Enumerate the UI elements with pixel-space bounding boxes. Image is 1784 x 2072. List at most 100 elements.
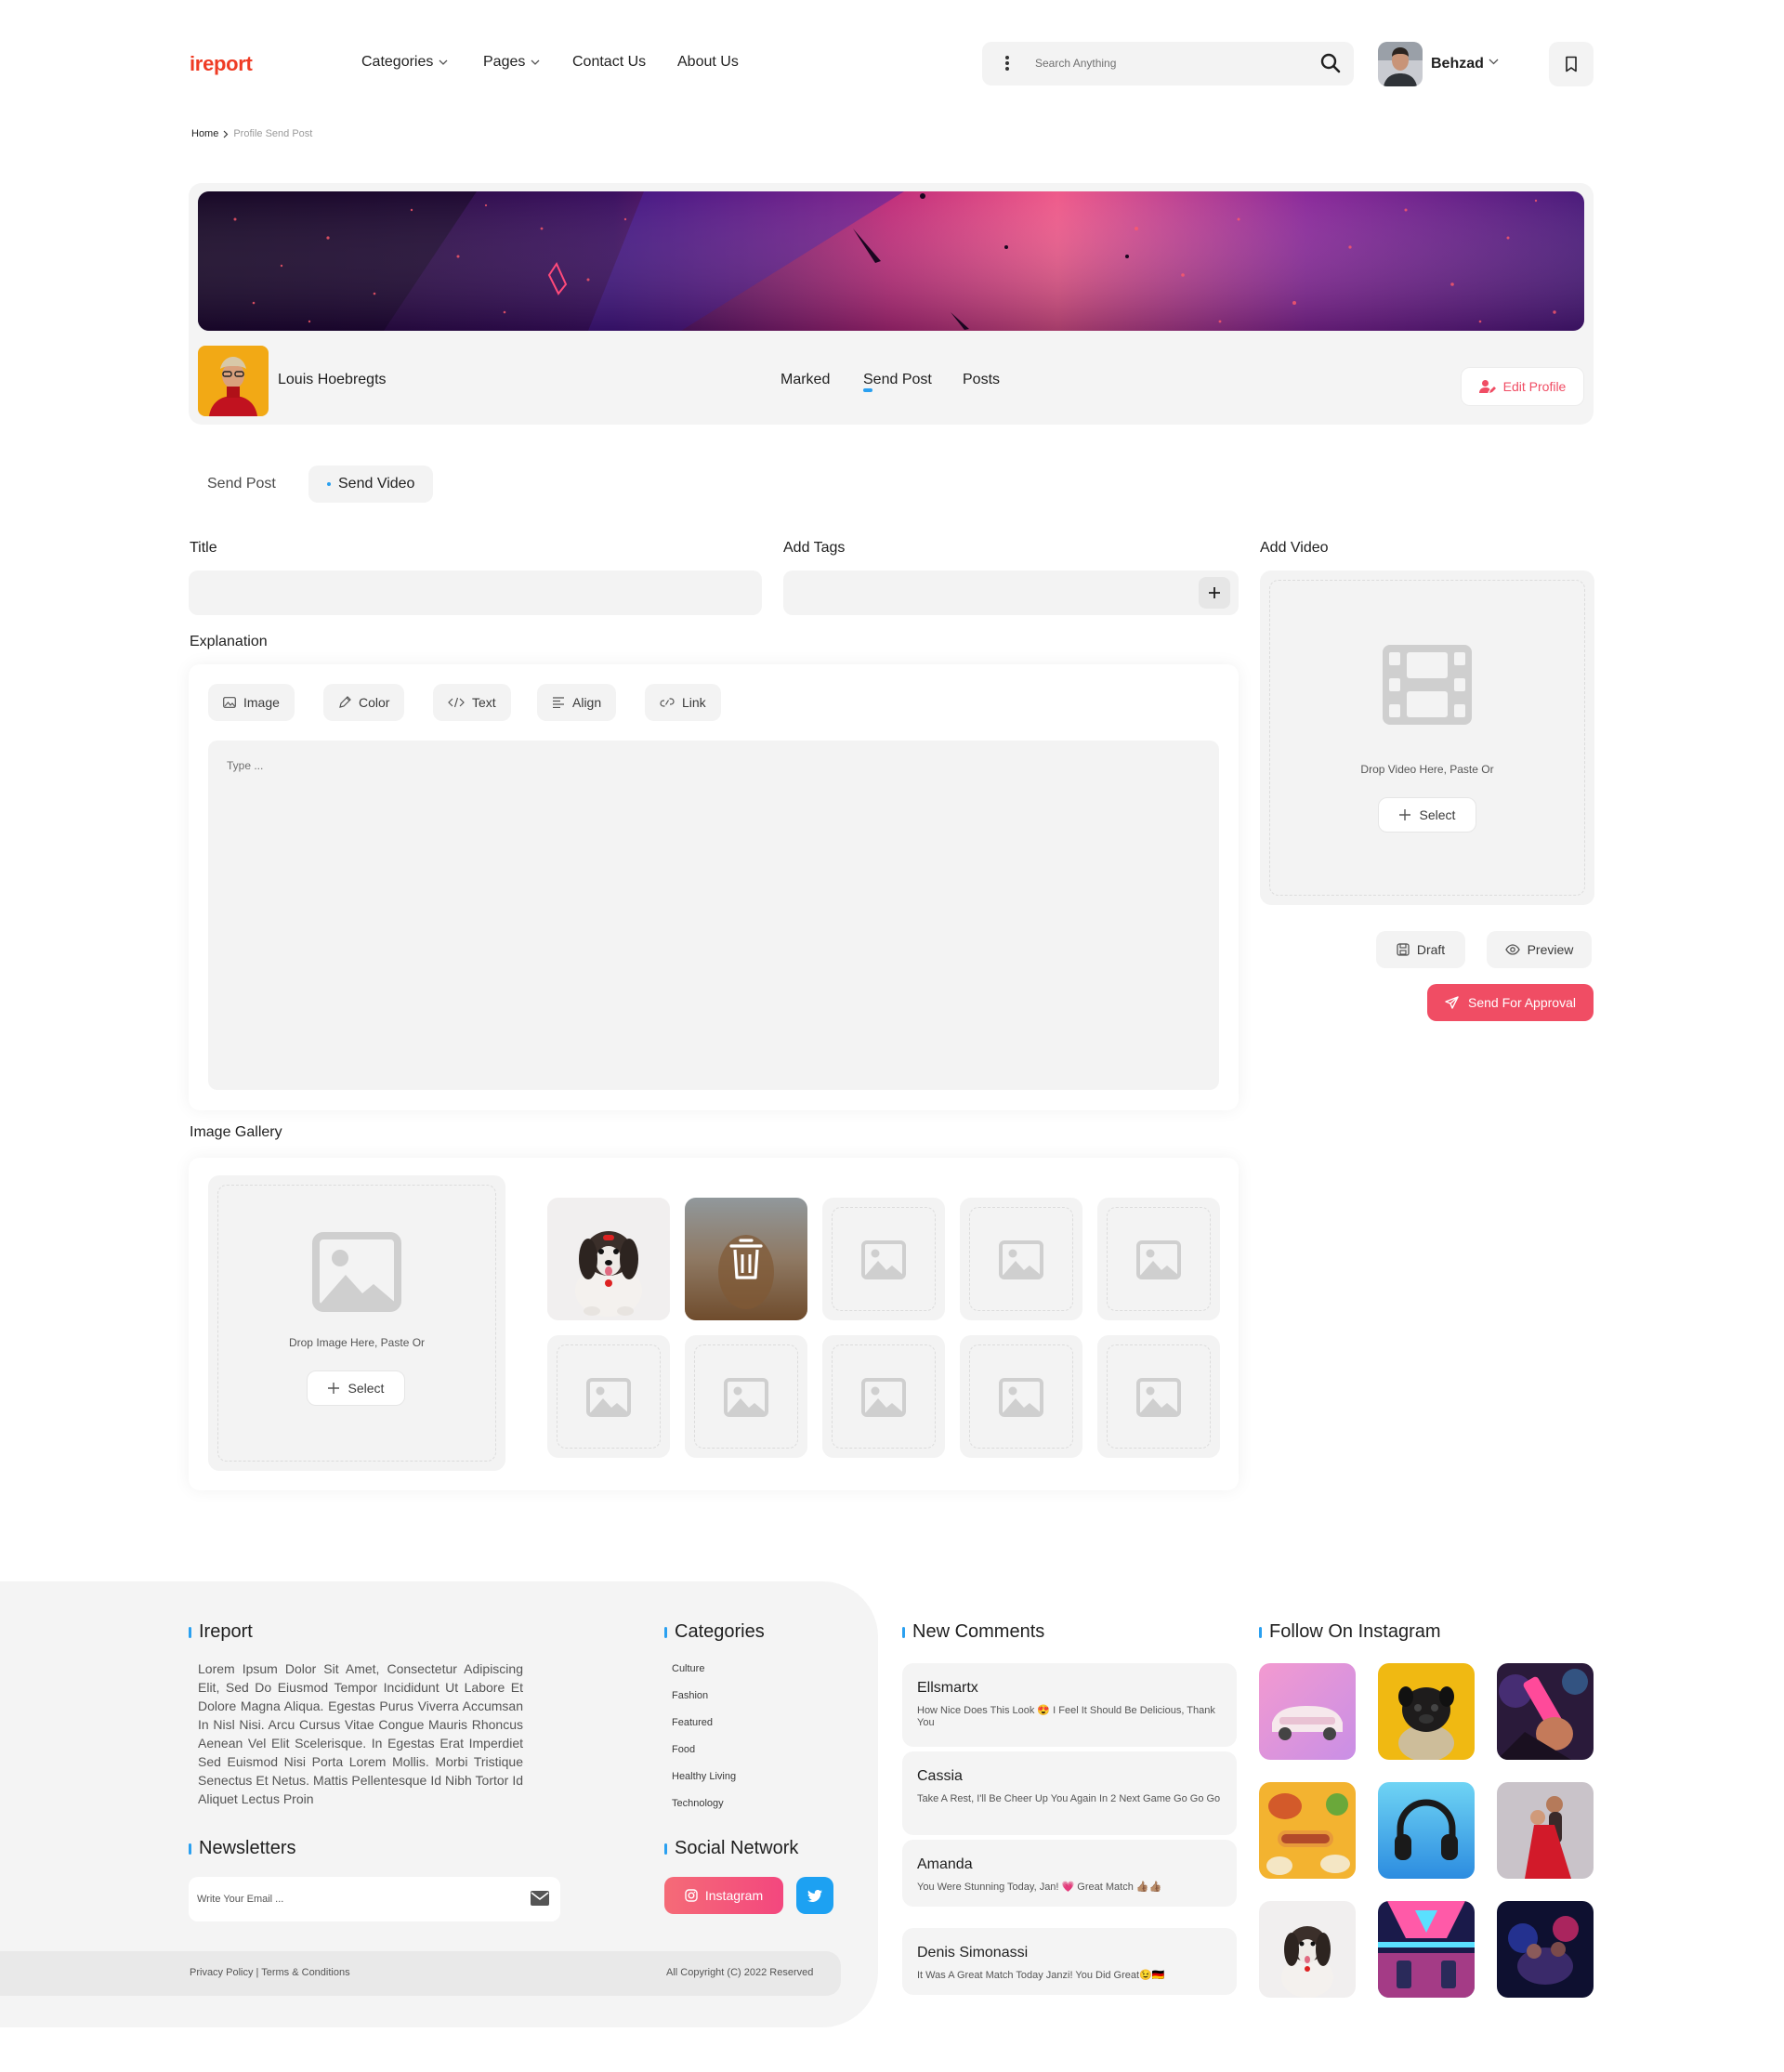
video-dropzone[interactable]: Drop Video Here, Paste Or Select <box>1260 570 1594 905</box>
tool-text-label: Text <box>472 695 496 710</box>
search-bar[interactable]: Search Anything <box>982 42 1354 85</box>
avatar[interactable] <box>1378 42 1423 86</box>
instagram-photo-headphones[interactable] <box>1378 1782 1475 1879</box>
image-placeholder-icon <box>999 1240 1043 1279</box>
preview-button[interactable]: Preview <box>1487 931 1592 968</box>
comment-card[interactable]: Ellsmartx How Nice Does This Look 😍 I Fe… <box>902 1663 1237 1747</box>
trash-icon[interactable] <box>728 1237 764 1281</box>
tool-text[interactable]: Text <box>433 684 511 721</box>
subtab-send-video[interactable]: Send Video <box>308 466 434 503</box>
copyright-text: All Copyright (C) 2022 Reserved <box>666 1967 814 1978</box>
tags-label: Add Tags <box>783 540 846 556</box>
footer-category-link[interactable]: Healthy Living <box>672 1771 736 1782</box>
footer-category-link[interactable]: Technology <box>672 1798 724 1809</box>
instagram-photo-car[interactable] <box>1259 1663 1356 1760</box>
tool-align-label: Align <box>572 695 602 710</box>
instagram-photo-party[interactable] <box>1497 1901 1594 1998</box>
more-vertical-icon[interactable] <box>1004 54 1010 72</box>
gallery-slot-empty[interactable] <box>822 1198 945 1320</box>
gallery-slot-empty[interactable] <box>822 1335 945 1458</box>
instagram-photo-arcade[interactable] <box>1378 1901 1475 1998</box>
draft-label: Draft <box>1416 942 1446 957</box>
twitter-button[interactable] <box>796 1877 833 1914</box>
title-label: Title <box>190 540 217 556</box>
instagram-photo-pug[interactable] <box>1378 1663 1475 1760</box>
instagram-photo-food[interactable] <box>1259 1782 1356 1879</box>
tool-image[interactable]: Image <box>208 684 295 721</box>
image-placeholder-icon <box>586 1378 631 1417</box>
gallery-slot-empty[interactable] <box>547 1335 670 1458</box>
footer-category-link[interactable]: Featured <box>672 1717 713 1728</box>
comment-card[interactable]: Cassia Take A Rest, I'll Be Cheer Up You… <box>902 1751 1237 1835</box>
explanation-textarea[interactable]: Type ... <box>208 741 1219 1090</box>
newsletter-email-input[interactable]: Write Your Email ... <box>189 1877 560 1921</box>
instagram-photo-neon[interactable] <box>1497 1663 1594 1760</box>
nav-pages[interactable]: Pages <box>483 54 540 71</box>
comment-card[interactable]: Amanda You Were Stunning Today, Jan! 💗 G… <box>902 1840 1237 1907</box>
gallery-slot-empty[interactable] <box>1097 1198 1220 1320</box>
gallery-slot-empty[interactable] <box>960 1198 1082 1320</box>
comment-text: You Were Stunning Today, Jan! 💗 Great Ma… <box>917 1882 1162 1893</box>
mail-icon[interactable] <box>531 1891 549 1906</box>
gallery-slot-empty[interactable] <box>960 1335 1082 1458</box>
tab-marked[interactable]: Marked <box>780 372 830 388</box>
subtab-send-post[interactable]: Send Post <box>189 466 295 503</box>
search-input[interactable]: Search Anything <box>1035 57 1116 70</box>
film-icon <box>1383 645 1472 725</box>
footer-category-link[interactable]: Fashion <box>672 1690 708 1701</box>
gallery-thumb-dog[interactable] <box>547 1198 670 1320</box>
heading-bar <box>1259 1626 1262 1638</box>
video-select-button[interactable]: Select <box>1378 797 1476 833</box>
gallery-slot-empty[interactable] <box>1097 1335 1220 1458</box>
dropzone-border <box>1269 580 1585 896</box>
instagram-photo-dog[interactable] <box>1259 1901 1356 1998</box>
footer-brand-heading: Ireport <box>189 1621 253 1643</box>
legal-links[interactable]: Privacy Policy | Terms & Conditions <box>190 1967 350 1978</box>
footer-brand-text: Lorem Ipsum Dolor Sit Amet, Consectetur … <box>198 1661 523 1806</box>
footer-category-link[interactable]: Culture <box>672 1663 704 1674</box>
nav-pages-label: Pages <box>483 54 526 70</box>
footer-category-link[interactable]: Food <box>672 1744 695 1755</box>
add-tag-button[interactable] <box>1199 577 1230 609</box>
twitter-icon <box>807 1889 822 1902</box>
draft-button[interactable]: Draft <box>1376 931 1465 968</box>
tool-align[interactable]: Align <box>537 684 617 721</box>
logo[interactable]: ireport <box>190 52 253 76</box>
profile-avatar <box>198 346 269 416</box>
pen-icon <box>339 696 351 708</box>
tool-link[interactable]: Link <box>645 684 721 721</box>
send-for-approval-button[interactable]: Send For Approval <box>1427 984 1594 1021</box>
footer-categories-title: Categories <box>675 1621 765 1642</box>
instagram-photo-dancers[interactable] <box>1497 1782 1594 1879</box>
explanation-label: Explanation <box>190 634 268 649</box>
chevron-down-icon[interactable] <box>1489 59 1499 65</box>
footer-newsletters-heading: Newsletters <box>189 1838 295 1859</box>
user-edit-icon <box>1478 380 1496 393</box>
breadcrumb-home[interactable]: Home <box>191 128 218 139</box>
gallery-slot-empty[interactable] <box>685 1335 807 1458</box>
video-select-label: Select <box>1419 807 1456 822</box>
instagram-button[interactable]: Instagram <box>664 1877 783 1914</box>
nav-about-us[interactable]: About Us <box>677 54 739 71</box>
heading-bar <box>664 1843 667 1855</box>
search-icon[interactable] <box>1320 53 1341 73</box>
edit-profile-button[interactable]: Edit Profile <box>1461 367 1584 406</box>
title-input[interactable] <box>189 570 762 615</box>
image-dropzone[interactable]: Drop Image Here, Paste Or Select <box>208 1175 505 1471</box>
image-select-button[interactable]: Select <box>307 1370 405 1406</box>
tab-send-post[interactable]: Send Post <box>863 372 932 388</box>
chevron-right-icon <box>223 130 229 138</box>
breadcrumb-current: Profile Send Post <box>233 128 313 139</box>
tool-link-label: Link <box>682 695 706 710</box>
nav-contact-us[interactable]: Contact Us <box>572 54 646 71</box>
comment-card[interactable]: Denis Simonassi It Was A Great Match Tod… <box>902 1928 1237 1995</box>
tab-posts[interactable]: Posts <box>963 372 1000 388</box>
bookmark-button[interactable] <box>1549 42 1594 86</box>
image-placeholder-icon <box>861 1378 906 1417</box>
tags-input[interactable] <box>783 570 1239 615</box>
user-name[interactable]: Behzad <box>1431 56 1484 72</box>
tool-color[interactable]: Color <box>323 684 405 721</box>
comment-text: It Was A Great Match Today Janzi! You Di… <box>917 1970 1165 1981</box>
nav-categories[interactable]: Categories <box>361 54 448 71</box>
gallery-thumb-selected[interactable] <box>685 1198 807 1320</box>
